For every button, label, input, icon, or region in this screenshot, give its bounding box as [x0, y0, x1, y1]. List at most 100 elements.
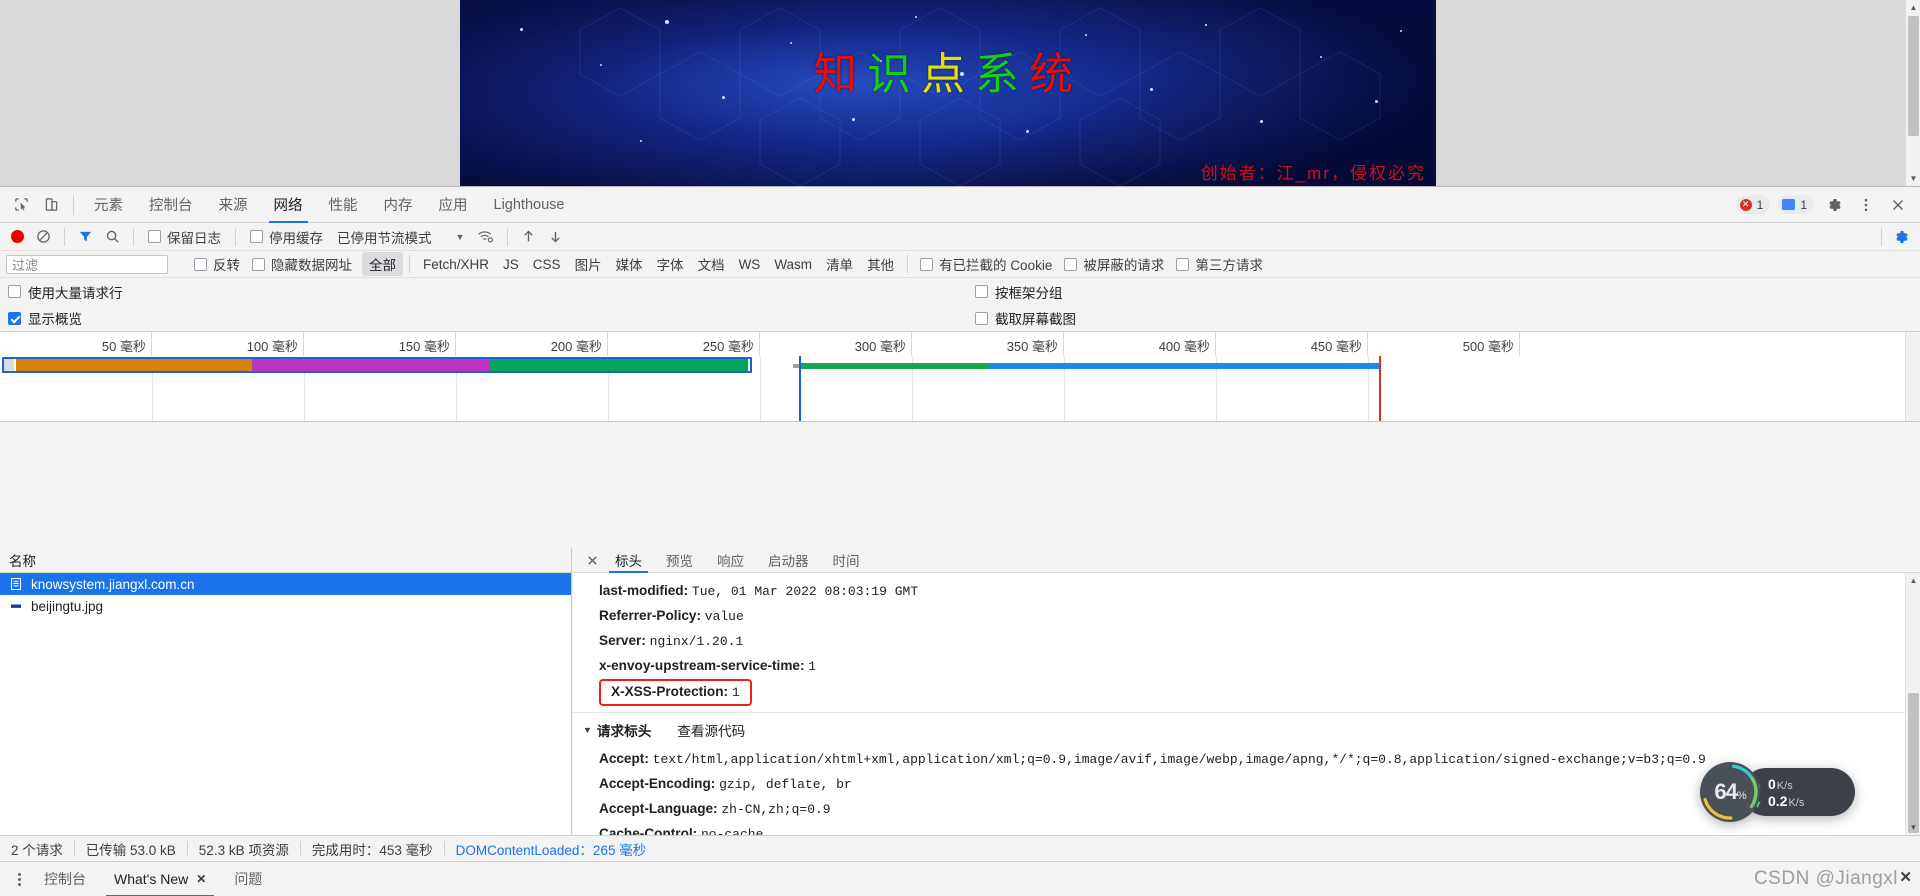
request-headers-section-header[interactable]: ▼ 请求标头 查看源代码	[573, 712, 1905, 747]
filter-type-other[interactable]: 其他	[860, 252, 901, 276]
filter-icon[interactable]	[73, 224, 98, 250]
tab-memory[interactable]: 内存	[371, 187, 426, 223]
detail-tab-timing[interactable]: 时间	[821, 548, 872, 573]
page-scrollbar[interactable]: ▲ ▼	[1905, 0, 1920, 186]
overview-window-handle-left[interactable]	[4, 359, 14, 371]
tab-console[interactable]: 控制台	[136, 187, 206, 223]
network-settings-gear-icon[interactable]	[1888, 224, 1914, 250]
checkbox-box[interactable]	[148, 230, 161, 243]
big-request-rows-label: 使用大量请求行	[28, 285, 123, 301]
import-har-icon[interactable]	[516, 224, 541, 250]
drawer-more-icon[interactable]	[8, 872, 30, 886]
detail-tab-initiator[interactable]: 启动器	[756, 548, 821, 573]
checkbox-box[interactable]	[8, 311, 21, 325]
capture-screenshots-checkbox[interactable]: 截取屏幕截图	[975, 308, 1076, 328]
tab-performance[interactable]: 性能	[316, 187, 371, 223]
third-party-checkbox[interactable]: 第三方请求	[1170, 254, 1269, 274]
view-source-link[interactable]: 查看源代码	[677, 720, 745, 740]
message-count-badge[interactable]: 1	[1778, 195, 1814, 214]
checkbox-box[interactable]	[8, 285, 21, 298]
blocked-cookies-checkbox[interactable]: 有已拦截的 Cookie	[914, 254, 1058, 274]
message-count: 1	[1800, 197, 1807, 212]
request-list-panel: 名称 knowsystem.jiangxl.com.cn beijingtu.j…	[0, 548, 572, 835]
checkbox-box[interactable]	[920, 257, 934, 271]
checkbox-box[interactable]	[250, 230, 263, 243]
tab-label: 元素	[94, 198, 123, 214]
big-request-rows-checkbox[interactable]: 使用大量请求行	[8, 282, 123, 302]
header-name: Referrer-Policy:	[599, 608, 701, 623]
checkbox-box[interactable]	[1176, 257, 1190, 271]
request-name: knowsystem.jiangxl.com.cn	[31, 576, 195, 592]
drawer-tab-whats-new[interactable]: What's New ✕	[100, 862, 220, 896]
inspect-icon[interactable]	[6, 191, 36, 219]
request-list-header[interactable]: 名称	[0, 548, 571, 573]
filter-type-doc[interactable]: 文档	[691, 252, 732, 276]
detail-tab-headers[interactable]: 标头	[603, 548, 654, 573]
close-icon[interactable]	[1886, 193, 1910, 217]
overview-bar-image-green	[800, 363, 990, 369]
drawer-tab-console[interactable]: 控制台	[30, 862, 100, 896]
filter-type-css[interactable]: CSS	[526, 255, 568, 274]
scroll-up-arrow-icon[interactable]: ▲	[1906, 573, 1920, 588]
gear-icon[interactable]	[1822, 193, 1846, 217]
chevron-down-icon[interactable]: ▼	[456, 232, 465, 242]
checkbox-box[interactable]	[252, 257, 265, 271]
show-overview-checkbox[interactable]: 显示概览	[8, 308, 82, 328]
invert-checkbox[interactable]: 反转	[188, 254, 246, 274]
clear-button[interactable]	[31, 224, 56, 250]
close-icon[interactable]: ✕	[196, 872, 206, 886]
scroll-up-arrow-icon[interactable]: ▲	[1906, 0, 1920, 15]
page-scrollbar-thumb[interactable]	[1908, 16, 1919, 136]
export-har-icon[interactable]	[543, 224, 568, 250]
tab-network[interactable]: 网络	[261, 187, 316, 223]
throttling-select[interactable]: 已停用节流模式 ▼	[331, 227, 470, 247]
detail-scrollbar[interactable]: ▲ ▼	[1905, 573, 1920, 835]
disable-cache-checkbox[interactable]: 停用缓存	[244, 227, 329, 247]
group-by-frame-checkbox[interactable]: 按框架分组	[975, 282, 1063, 302]
record-button[interactable]	[6, 224, 29, 250]
request-row-knowsystem[interactable]: knowsystem.jiangxl.com.cn	[0, 573, 571, 595]
error-count-badge[interactable]: ✕ 1	[1735, 195, 1771, 214]
filter-type-manifest[interactable]: 清单	[819, 252, 860, 276]
network-status-bar: 2 个请求 已传输 53.0 kB 52.3 kB 项资源 完成用时：453 毫…	[0, 835, 1920, 861]
detail-tab-response[interactable]: 响应	[705, 548, 756, 573]
filter-type-font[interactable]: 字体	[650, 252, 691, 276]
blocked-requests-checkbox[interactable]: 被屏蔽的请求	[1058, 254, 1170, 274]
tab-elements[interactable]: 元素	[81, 187, 136, 223]
detail-tabbar: 标头 预览 响应 启动器 时间	[573, 548, 1920, 573]
detail-scrollbar-thumb[interactable]	[1908, 693, 1919, 833]
network-conditions-icon[interactable]	[472, 224, 499, 250]
overview-tick: 50 毫秒	[101, 339, 146, 354]
cpu-gauge[interactable]: 64%	[1700, 762, 1760, 822]
filter-type-fetch-xhr[interactable]: Fetch/XHR	[416, 255, 496, 274]
device-toolbar-icon[interactable]	[36, 191, 66, 219]
caret-down-icon[interactable]: ▼	[583, 725, 592, 735]
network-overview-timeline[interactable]: 50 毫秒 100 毫秒 150 毫秒 200 毫秒 250 毫秒 300 毫秒…	[0, 332, 1920, 422]
request-row-beijingtu[interactable]: beijingtu.jpg	[0, 595, 571, 617]
scroll-down-arrow-icon[interactable]: ▼	[1906, 171, 1920, 186]
hide-data-urls-checkbox[interactable]: 隐藏数据网址	[246, 254, 358, 274]
filter-type-wasm[interactable]: Wasm	[767, 255, 819, 274]
network-speed-widget[interactable]: ▲ 0K/s ▼ 0.2K/s 64%	[1700, 762, 1855, 822]
tab-lighthouse[interactable]: Lighthouse	[481, 187, 578, 223]
overview-scrollbar[interactable]	[1905, 332, 1920, 421]
tab-application[interactable]: 应用	[426, 187, 481, 223]
filter-type-js[interactable]: JS	[496, 255, 526, 274]
drawer-tab-issues[interactable]: 问题	[220, 862, 276, 896]
filter-type-all[interactable]: 全部	[362, 252, 403, 276]
scroll-down-arrow-icon[interactable]: ▼	[1906, 820, 1920, 835]
checkbox-box[interactable]	[975, 311, 988, 325]
tab-sources[interactable]: 来源	[206, 187, 261, 223]
detail-tab-preview[interactable]: 预览	[654, 548, 705, 573]
filter-type-ws[interactable]: WS	[732, 255, 768, 274]
filter-type-media[interactable]: 媒体	[609, 252, 650, 276]
preserve-log-checkbox[interactable]: 保留日志	[142, 227, 227, 247]
more-vertical-icon[interactable]	[1854, 193, 1878, 217]
search-icon[interactable]	[100, 224, 125, 250]
checkbox-box[interactable]	[975, 285, 988, 298]
checkbox-box[interactable]	[194, 257, 207, 271]
filter-type-img[interactable]: 图片	[568, 252, 609, 276]
checkbox-box[interactable]	[1064, 257, 1078, 271]
close-detail-icon[interactable]	[581, 549, 603, 571]
filter-input[interactable]: 过滤	[6, 254, 168, 274]
